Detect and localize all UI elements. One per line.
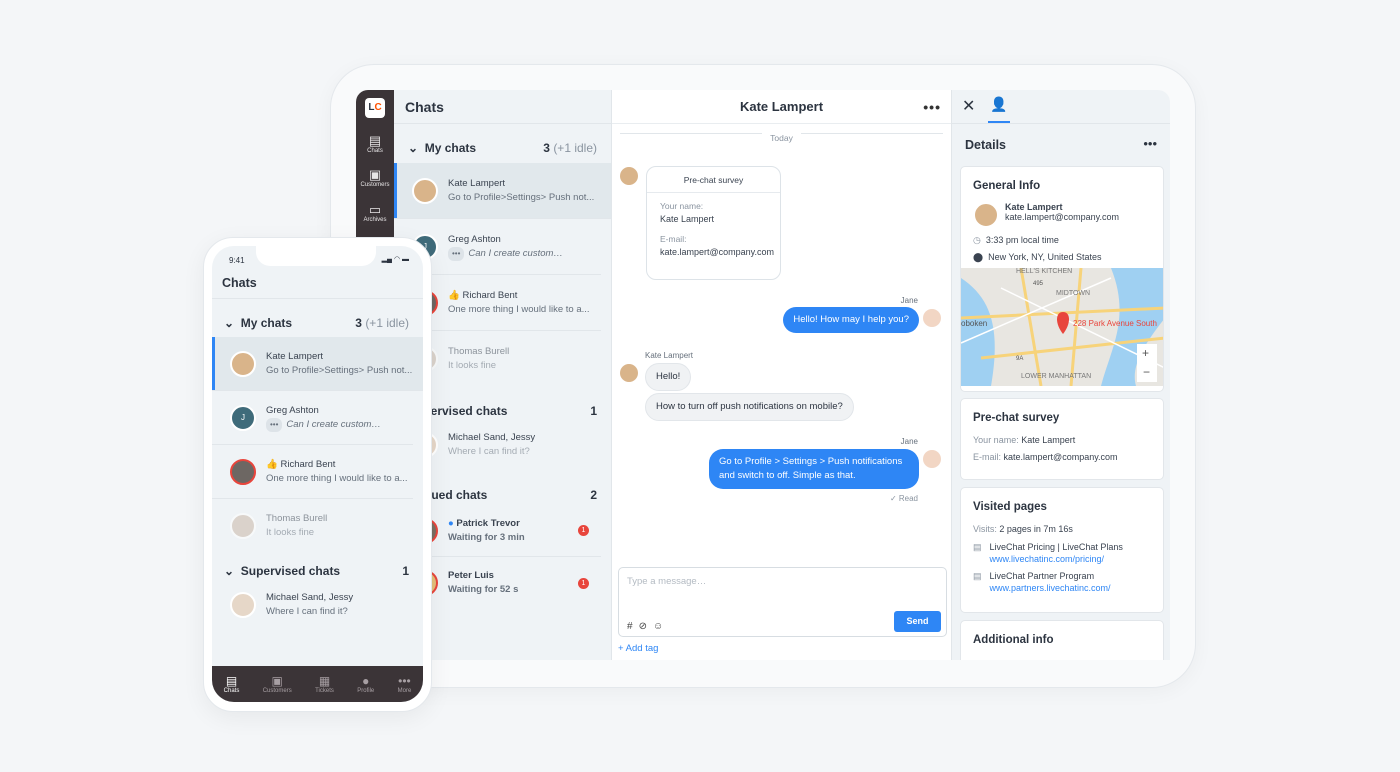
chat-row[interactable]: Michael Sand, Jessy Where I can find it? <box>212 581 413 629</box>
send-button[interactable]: Send <box>894 611 941 632</box>
avatar <box>620 364 638 382</box>
avatar <box>230 592 256 618</box>
agent-avatar <box>923 309 941 327</box>
desktop-app: LC ▤ Chats ▣ Customers ▭ Archives Chats ⌄ M… <box>356 90 1170 660</box>
clock-icon: ◷ <box>973 235 981 245</box>
bottom-nav-tickets[interactable]: ▦ Tickets <box>315 674 334 694</box>
chat-bubbles-icon: ▤ <box>368 133 382 148</box>
customers-icon: ▣ <box>271 674 283 688</box>
avatar <box>973 202 999 228</box>
bottom-nav-customers[interactable]: ▣ Customers <box>263 674 292 694</box>
profile-avatar-icon: ● <box>362 674 370 688</box>
message-bubble: Hello! How may I help you? <box>783 307 919 333</box>
details-title: Details <box>965 138 1006 152</box>
svg-text:LOWER MANHATTAN: LOWER MANHATTAN <box>1021 373 1091 380</box>
more-icon[interactable]: ••• <box>923 90 941 124</box>
archive-icon: ▭ <box>368 202 382 217</box>
document-icon: ▤ <box>973 571 982 581</box>
page-link[interactable]: www.livechatinc.com/pricing/ <box>990 553 1123 565</box>
nav-customers[interactable]: ▣ Customers <box>356 167 394 189</box>
chat-list-title: Chats <box>394 90 611 124</box>
document-icon: ▤ <box>973 542 982 552</box>
page-link[interactable]: www.partners.livechatinc.com/ <box>990 582 1111 594</box>
chat-row[interactable]: 👍 Richard Bent One more thing I would lik… <box>212 445 413 499</box>
chevron-down-icon: ⌄ <box>224 316 235 330</box>
paperclip-icon[interactable]: ⊘ <box>639 621 653 632</box>
status-icons: ▂▄ ◠ ▬ <box>381 256 409 263</box>
message-input[interactable]: Type a message… #⊘☺ Send <box>618 567 947 637</box>
additional-info-card: Additional info <box>960 620 1164 660</box>
avatar: J <box>230 404 256 431</box>
prechat-survey-card: Pre-chat survey Your name: Kate Lampert … <box>646 166 781 280</box>
map[interactable]: HELL'S KITCHEN MIDTOWN oboken LOWER MANH… <box>961 268 1164 386</box>
close-icon[interactable]: ✕ <box>962 96 975 116</box>
livechat-logo: LC <box>365 98 385 118</box>
mobile-app: 9:41 ▂▄ ◠ ▬ Chats ⌄ My chats 3 (+1 idle) … <box>212 246 423 702</box>
my-chats-section[interactable]: ⌄ My chats 3 (+1 idle) <box>212 313 423 333</box>
add-tag-link[interactable]: + Add tag <box>618 643 658 654</box>
zoom-in-button[interactable]: + <box>1142 346 1149 360</box>
agent-avatar <box>923 450 941 468</box>
message-bubble: How to turn off push notifications on mo… <box>645 393 854 421</box>
chat-panel: Kate Lampert ••• Today Pre-chat survey Yo… <box>612 90 952 660</box>
messenger-icon: ● <box>448 517 454 529</box>
chat-row[interactable]: Kate Lampert Go to Profile>Settings> Push… <box>394 163 611 219</box>
hashtag-icon[interactable]: # <box>627 621 639 632</box>
emoji-icon[interactable]: ☺ <box>653 621 669 632</box>
svg-text:MIDTOWN: MIDTOWN <box>1056 290 1090 297</box>
date-divider: Today <box>620 133 943 152</box>
zoom-out-button[interactable]: − <box>1143 365 1150 379</box>
svg-text:9A: 9A <box>1016 356 1023 362</box>
prechat-survey-details-card: Pre-chat survey Your name: Kate Lampert … <box>960 398 1164 480</box>
nav-chats[interactable]: ▤ Chats <box>356 133 394 155</box>
thumbs-up-icon: 👍 <box>448 289 460 301</box>
bottom-nav-profile[interactable]: ● Profile <box>357 674 374 694</box>
status-time: 9:41 <box>229 256 245 265</box>
tab-customer-person-icon[interactable]: 👤 <box>988 96 1010 123</box>
my-chats-section[interactable]: ⌄ My chats 3 (+1 idle) <box>394 138 611 158</box>
avatar <box>230 513 256 539</box>
chat-row[interactable]: J Greg Ashton ••• Can I create custom… <box>212 391 413 445</box>
read-receipt: ✓ Read <box>889 494 918 503</box>
more-icon[interactable]: ••• <box>1143 136 1157 151</box>
message-bubble: Go to Profile > Settings > Push notifica… <box>709 449 919 489</box>
mobile-bottom-nav: ▤ Chats ▣ Customers ▦ Tickets ● Profile ••• M… <box>212 666 423 702</box>
typing-indicator: ••• <box>448 246 465 261</box>
bottom-nav-chats[interactable]: ▤ Chats <box>224 674 240 694</box>
chat-row[interactable]: Kate Lampert Go to Profile>Settings> Push… <box>212 337 423 391</box>
supervised-section[interactable]: ⌄ Supervised chats 1 <box>212 561 423 581</box>
typing-indicator: ••• <box>266 417 283 432</box>
avatar <box>230 458 256 485</box>
chat-bubbles-icon: ▤ <box>225 674 238 688</box>
mobile-phone: 9:41 ▂▄ ◠ ▬ Chats ⌄ My chats 3 (+1 idle) … <box>203 237 432 712</box>
chevron-down-icon: ⌄ <box>224 564 235 578</box>
thumbs-up-icon: 👍 <box>266 458 278 470</box>
customers-icon: ▣ <box>368 167 382 182</box>
more-icon: ••• <box>398 674 411 688</box>
svg-text:HELL'S KITCHEN: HELL'S KITCHEN <box>1016 268 1072 275</box>
avatar <box>620 167 638 185</box>
chevron-down-icon: ⌄ <box>408 141 419 155</box>
svg-text:228 Park Avenue South: 228 Park Avenue South <box>1073 319 1157 328</box>
unread-badge: 1 <box>578 577 589 589</box>
location-pin-icon: ⬤ <box>973 252 984 262</box>
mobile-title: Chats <box>212 266 423 299</box>
avatar <box>412 177 438 204</box>
details-panel: ✕ 👤 Details ••• General Info Kate Lampert… <box>952 90 1170 660</box>
general-info-card: General Info Kate Lampert kate.lampert@co… <box>960 166 1164 392</box>
ticket-icon: ▦ <box>318 674 331 688</box>
svg-text:oboken: oboken <box>961 319 987 328</box>
unread-badge: 1 <box>578 525 589 536</box>
visited-pages-card: Visited pages Visits: 2 pages in 7m 16s … <box>960 487 1164 613</box>
avatar <box>230 350 256 377</box>
svg-text:495: 495 <box>1033 281 1044 287</box>
chat-row[interactable]: Thomas Burell It looks fine <box>212 499 413 553</box>
nav-archives[interactable]: ▭ Archives <box>356 202 394 224</box>
message-bubble: Hello! <box>645 363 692 391</box>
bottom-nav-more[interactable]: ••• More <box>398 674 412 694</box>
chat-title: Kate Lampert <box>739 99 824 114</box>
